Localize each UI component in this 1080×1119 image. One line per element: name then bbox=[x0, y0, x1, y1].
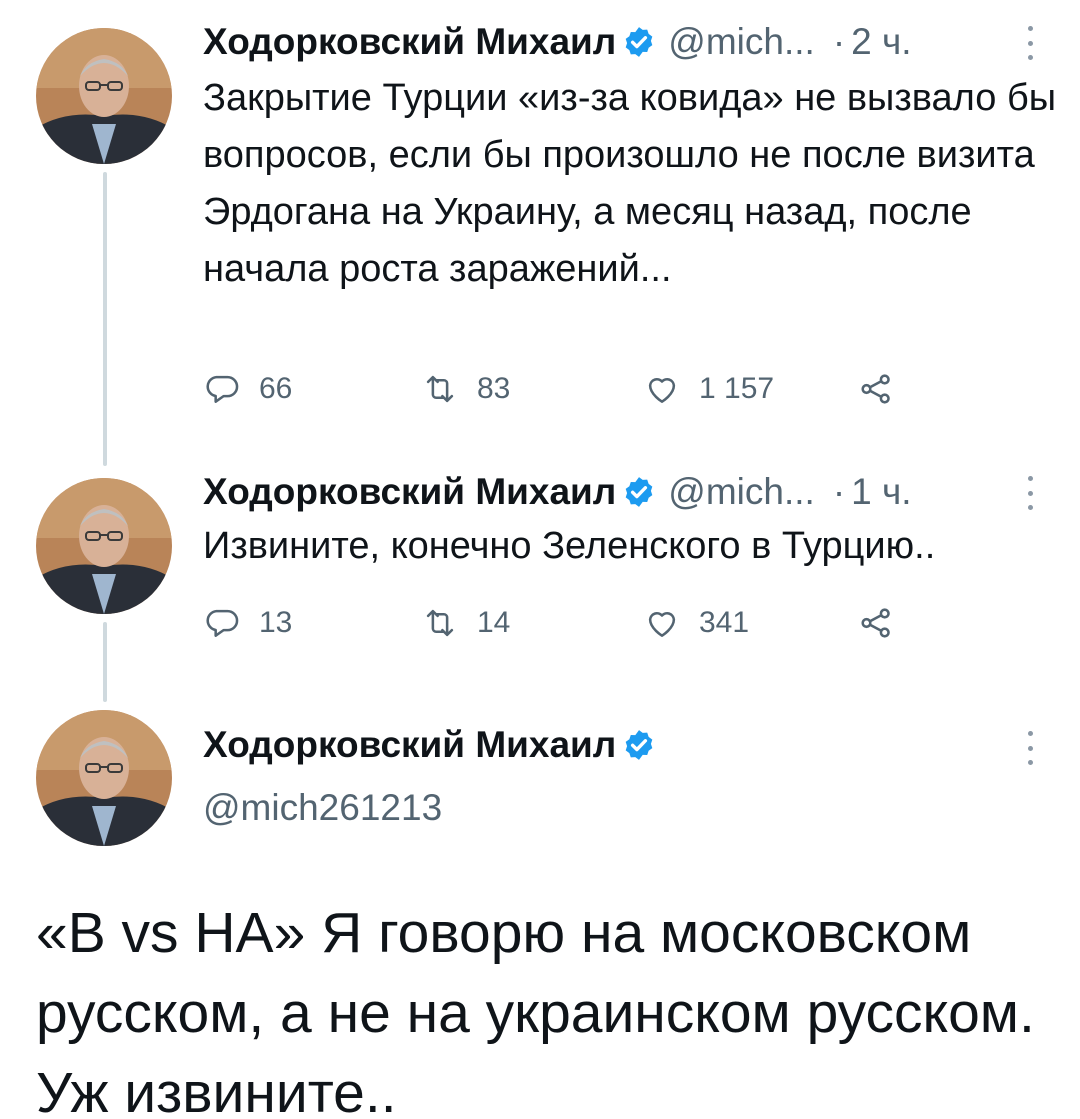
tweet-actions: 66 83 1 157 bbox=[203, 367, 923, 411]
display-name[interactable]: Ходорковский Михаил bbox=[203, 470, 616, 514]
verified-badge-icon bbox=[622, 25, 656, 59]
more-vertical-icon[interactable] bbox=[1018, 26, 1042, 60]
dot-separator: · bbox=[832, 471, 846, 512]
more-vertical-icon[interactable] bbox=[1018, 476, 1042, 510]
reply-icon bbox=[203, 604, 241, 642]
handle[interactable]: @mich... bbox=[668, 470, 815, 514]
avatar-image bbox=[36, 710, 172, 846]
heart-icon bbox=[643, 370, 681, 408]
tweet-actions: 13 14 341 bbox=[203, 601, 923, 645]
thread-connector-line bbox=[103, 622, 107, 702]
display-name[interactable]: Ходорковский Михаил bbox=[203, 20, 616, 64]
more-vertical-icon[interactable] bbox=[1018, 731, 1042, 765]
avatar[interactable] bbox=[36, 478, 172, 614]
verified-badge-icon bbox=[622, 475, 656, 509]
tweet-header: Ходорковский Михаил @mich... · 2 ч. bbox=[203, 20, 912, 64]
retweet-icon bbox=[421, 370, 459, 408]
reply-count: 13 bbox=[259, 606, 293, 639]
avatar-image bbox=[36, 28, 172, 164]
retweet-button[interactable]: 14 bbox=[421, 601, 510, 645]
like-button[interactable]: 341 bbox=[643, 601, 749, 645]
verified-badge-icon bbox=[622, 728, 656, 762]
avatar-image bbox=[36, 478, 172, 614]
retweet-count: 83 bbox=[477, 372, 511, 405]
timestamp[interactable]: 2 ч. bbox=[851, 20, 911, 64]
tweet-text: Извините, конечно Зеленского в Турцию.. bbox=[203, 525, 936, 567]
reply-icon bbox=[203, 370, 241, 408]
retweet-count: 14 bbox=[477, 606, 511, 639]
tweet-text: Закрытие Турции «из-за ковида» не вызвал… bbox=[203, 77, 1057, 290]
like-count: 1 157 bbox=[699, 372, 775, 405]
share-button[interactable] bbox=[857, 601, 895, 645]
handle[interactable]: @mich261213 bbox=[203, 786, 442, 830]
like-count: 341 bbox=[699, 606, 750, 639]
share-button[interactable] bbox=[857, 367, 895, 411]
tweet-header: Ходорковский Михаил @mich... · 1 ч. bbox=[203, 470, 912, 514]
main-tweet-header: Ходорковский Михаил bbox=[203, 723, 656, 767]
timestamp[interactable]: 1 ч. bbox=[851, 470, 911, 514]
thread-connector-line bbox=[103, 172, 107, 466]
tweet-thread: Ходорковский Михаил @mich... · 2 ч. Закр… bbox=[0, 0, 1080, 1119]
share-icon bbox=[857, 370, 895, 408]
reply-button[interactable]: 13 bbox=[203, 601, 292, 645]
main-tweet-text: «В vs НА» Я говорю на московском русском… bbox=[36, 901, 1035, 1119]
reply-count: 66 bbox=[259, 372, 293, 405]
display-name[interactable]: Ходорковский Михаил bbox=[203, 723, 616, 767]
avatar[interactable] bbox=[36, 28, 172, 164]
reply-button[interactable]: 66 bbox=[203, 367, 292, 411]
share-icon bbox=[857, 604, 895, 642]
retweet-icon bbox=[421, 604, 459, 642]
retweet-button[interactable]: 83 bbox=[421, 367, 510, 411]
handle[interactable]: @mich... bbox=[668, 20, 815, 64]
heart-icon bbox=[643, 604, 681, 642]
dot-separator: · bbox=[832, 21, 846, 62]
avatar[interactable] bbox=[36, 710, 172, 846]
like-button[interactable]: 1 157 bbox=[643, 367, 774, 411]
